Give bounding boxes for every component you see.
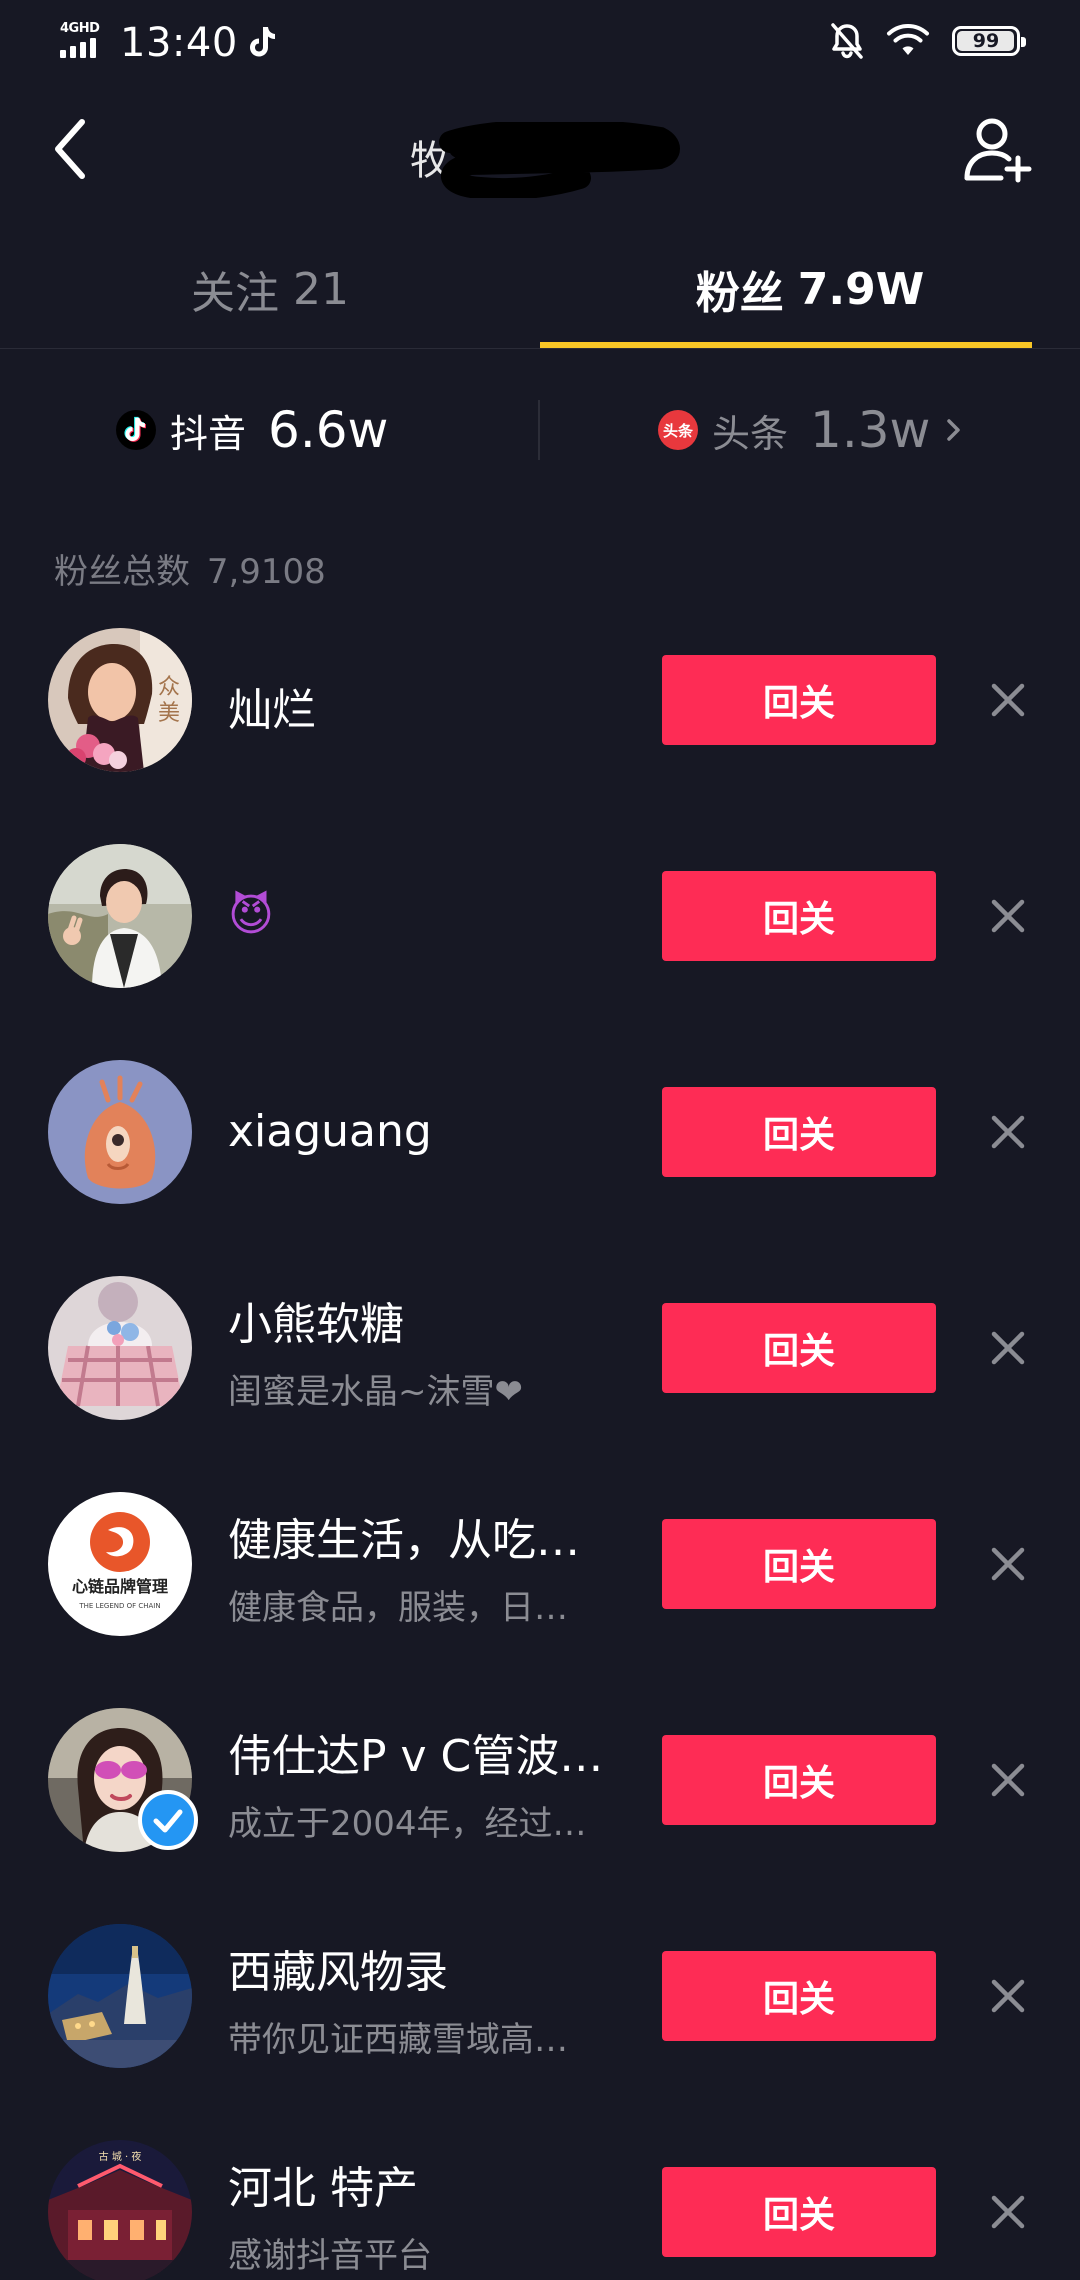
fan-bio: 健康食品，服装，日… [228,1588,568,1628]
avatar[interactable] [48,1060,192,1204]
fan-row[interactable]: 小熊软糖 闺蜜是水晶~沫雪❤ 回关 [0,1276,1080,1492]
status-left: 4GHD 13:40 [60,20,278,66]
tab-bar: 关注 21 粉丝 7.9W [0,230,1080,349]
avatar[interactable]: 心链品牌管理 THE LEGEND OF CHAIN [48,1492,192,1636]
tab-following-count: 21 [293,263,349,315]
follow-back-button[interactable]: 回关 [662,655,936,745]
cellular-signal-icon: 4GHD [60,22,108,64]
tab-following[interactable]: 关注 21 [0,230,540,348]
remove-fan-icon[interactable] [984,676,1032,724]
fan-name[interactable]: xiaguang [228,1106,432,1157]
active-tab-indicator [540,342,1032,348]
platform-douyin-count: 6.6w [268,401,389,459]
fan-bio: 感谢抖音平台 [228,2236,432,2276]
follow-back-button[interactable]: 回关 [662,871,936,961]
nav-bar: 牧 [0,100,1080,200]
fan-bio: 带你见证西藏雪域高… [228,2020,568,2060]
fan-row[interactable]: 心链品牌管理 THE LEGEND OF CHAIN 健康生活，从吃… 健康食品… [0,1492,1080,1708]
tab-fans[interactable]: 粉丝 7.9W [540,230,1080,348]
status-right: 99 [830,22,1026,60]
avatar[interactable] [48,844,192,988]
remove-fan-icon[interactable] [984,1540,1032,1588]
fan-row[interactable]: 伟仕达P v C管波… 成立于2004年，经过… 回关 [0,1708,1080,1924]
fan-name[interactable]: 伟仕达P v C管波… [228,1720,603,1784]
tab-following-label: 关注 [191,268,279,319]
svg-text:众: 众 [158,675,180,700]
avatar[interactable]: 古 城 · 夜 [48,2140,192,2280]
status-bar: 4GHD 13:40 99 [0,0,1080,84]
platform-toutiao-name: 头条 [712,411,789,456]
avatar-logo-subtext: THE LEGEND OF CHAIN [78,1602,160,1610]
remove-fan-icon[interactable] [984,2188,1032,2236]
fan-row[interactable]: 古 城 · 夜 河北 特产 感谢抖音平台 回关 [0,2140,1080,2280]
redaction-mark [439,122,680,198]
follow-back-button[interactable]: 回关 [662,1951,936,2041]
platform-divider [538,400,540,460]
remove-fan-icon[interactable] [984,1756,1032,1804]
avatar-logo-text: 心链品牌管理 [72,1577,168,1596]
fans-total-label: 粉丝总数 [54,552,190,592]
screen: 4GHD 13:40 99 牧 关注 21 粉丝 7.9W 抖音 6.6w 头条… [0,0,1080,2280]
platform-strip: 抖音 6.6w 头条 头条 1.3w [0,378,1080,482]
chevron-right-icon [947,419,961,441]
tab-fans-count: 7.9W [797,263,925,315]
clock: 13:40 [120,20,238,66]
back-button[interactable] [36,114,106,184]
remove-fan-icon[interactable] [984,1972,1032,2020]
fan-name[interactable]: 灿烂 [228,674,316,738]
fan-row[interactable]: 😈 回关 [0,844,1080,1060]
fan-row[interactable]: 西藏风物录 带你见证西藏雪域高… 回关 [0,1924,1080,2140]
fan-bio: 闺蜜是水晶~沫雪❤ [228,1372,523,1412]
svg-text:古 城 · 夜: 古 城 · 夜 [99,2150,142,2163]
battery-icon: 99 [952,26,1026,56]
platform-toutiao[interactable]: 头条 头条 1.3w [658,378,964,482]
add-friend-button[interactable] [960,112,1036,188]
battery-level: 99 [972,30,1000,52]
mute-bell-icon [831,23,863,59]
fan-name[interactable]: 河北 特产 [228,2152,418,2216]
tiktok-notification-icon [249,27,275,57]
douyin-logo-icon [116,410,156,450]
follow-back-button[interactable]: 回关 [662,1087,936,1177]
follow-back-button[interactable]: 回关 [662,1303,936,1393]
verified-badge-icon [138,1790,198,1850]
follow-back-button[interactable]: 回关 [662,1735,936,1825]
remove-fan-icon[interactable] [984,1324,1032,1372]
fan-row[interactable]: xiaguang 回关 [0,1060,1080,1276]
follow-back-button[interactable]: 回关 [662,1519,936,1609]
fan-row[interactable]: 众 美 灿烂 回关 [0,628,1080,844]
platform-douyin-name: 抖音 [170,411,247,456]
fans-total: 粉丝总数 7,9108 [54,544,332,593]
wifi-icon [887,24,929,55]
avatar[interactable] [48,1924,192,2068]
svg-text:美: 美 [158,701,180,726]
follow-back-button[interactable]: 回关 [662,2167,936,2257]
platform-douyin[interactable]: 抖音 6.6w [116,378,388,482]
fan-name[interactable]: 西藏风物录 [228,1936,448,2000]
network-type: 4GHD [60,21,100,36]
remove-fan-icon[interactable] [984,892,1032,940]
toutiao-logo-icon: 头条 [658,410,698,450]
fan-name[interactable]: 健康生活，从吃… [228,1504,580,1568]
toutiao-logo-text: 头条 [662,421,693,440]
platform-toutiao-count: 1.3w [810,401,931,459]
fan-bio: 成立于2004年，经过… [228,1804,587,1844]
remove-fan-icon[interactable] [984,1108,1032,1156]
tab-fans-label: 粉丝 [695,268,784,319]
fans-total-value: 7,9108 [206,552,326,592]
fan-name[interactable]: 小熊软糖 [228,1288,404,1352]
fan-name[interactable]: 😈 [228,890,274,941]
avatar[interactable]: 众 美 [48,628,192,772]
avatar[interactable] [48,1276,192,1420]
